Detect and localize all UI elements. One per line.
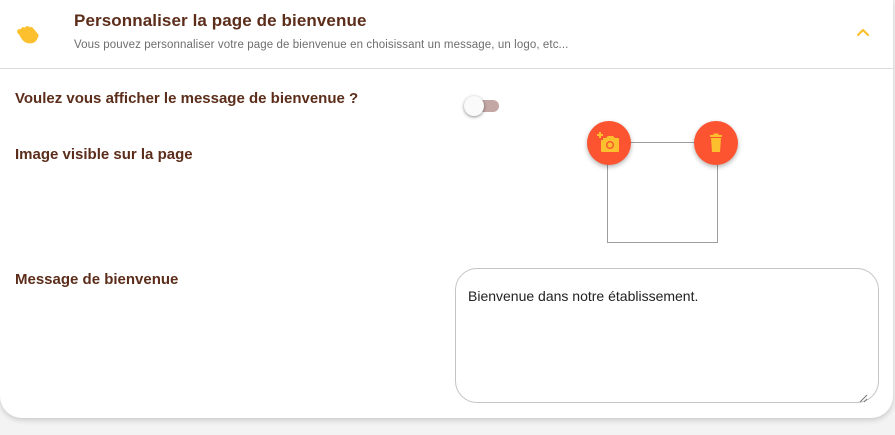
image-label: Image visible sur la page — [15, 146, 193, 163]
panel-header[interactable]: Personnaliser la page de bienvenue Vous … — [0, 0, 893, 69]
message-value: Bienvenue dans notre établissement. — [468, 288, 699, 304]
welcome-toggle-label: Voulez vous afficher le message de bienv… — [15, 90, 359, 107]
waving-hand-icon — [16, 19, 42, 45]
panel-title: Personnaliser la page de bienvenue — [74, 11, 367, 30]
trash-icon — [710, 133, 722, 152]
add-photo-icon — [597, 132, 619, 152]
message-label: Message de bienvenue — [15, 271, 179, 288]
welcome-message-toggle[interactable] — [464, 96, 500, 116]
add-image-button[interactable] — [587, 121, 631, 165]
chevron-up-icon[interactable] — [856, 25, 870, 39]
panel-subtitle: Vous pouvez personnaliser votre page de … — [74, 39, 569, 51]
welcome-message-textarea[interactable]: Bienvenue dans notre établissement. — [455, 268, 879, 403]
delete-image-button[interactable] — [694, 121, 738, 165]
toggle-thumb — [464, 96, 484, 116]
resize-handle-icon[interactable] — [859, 390, 868, 403]
welcome-page-settings-card: Personnaliser la page de bienvenue Vous … — [0, 0, 893, 418]
